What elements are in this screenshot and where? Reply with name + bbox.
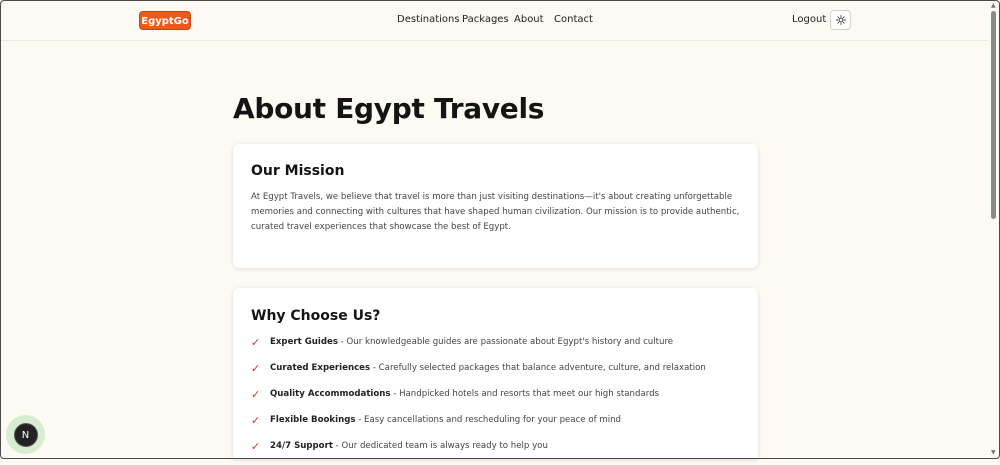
nav-about[interactable]: About [514,14,544,25]
checkmark-icon: ✓ [251,414,261,427]
theme-toggle-button[interactable] [830,10,851,30]
nav-packages[interactable]: Packages [462,14,509,25]
scroll-down-arrow-icon[interactable]: ▼ [991,449,996,456]
mission-card: Our Mission At Egypt Travels, we believe… [233,144,758,268]
list-item: ✓ Quality Accommodations - Handpicked hot… [251,388,660,401]
mission-title: Our Mission [251,163,345,179]
checkmark-icon: ✓ [251,388,261,401]
features-list: ✓ Expert Guides - Our knowledgeable guide… [251,335,740,465]
why-choose-title: Why Choose Us? [251,308,381,324]
list-item: ✓ Curated Experiences - Carefully selecte… [251,362,706,375]
top-navbar: EgyptGo Destinations Packages About Cont… [0,0,988,41]
n-logo-icon: N [13,422,38,447]
checkmark-icon: ✓ [251,336,261,349]
checkmark-icon: ✓ [251,362,261,375]
mission-text: At Egypt Travels, we believe that travel… [251,192,740,232]
list-item: ✓ 24/7 Support - Our dedicated team is al… [251,440,548,453]
sun-icon [835,15,846,25]
scroll-up-arrow-icon[interactable]: ▲ [991,2,996,9]
scrollbar-thumb[interactable] [991,11,996,219]
logout-link[interactable]: Logout [792,14,826,25]
logo-button[interactable]: EgyptGo [139,11,191,30]
nav-contact[interactable]: Contact [554,14,593,25]
vertical-scrollbar[interactable]: ▲ ▼ [990,2,998,456]
list-item: ✓ Flexible Bookings - Easy cancellations … [251,414,621,427]
page-title: About Egypt Travels [233,92,545,125]
list-item: ✓ Expert Guides - Our knowledgeable guide… [251,336,674,349]
dev-tools-badge[interactable]: N [6,415,45,454]
checkmark-icon: ✓ [251,440,261,453]
why-choose-card: Why Choose Us? ✓ Expert Guides - Our know… [233,288,758,459]
nav-destinations[interactable]: Destinations [397,14,460,25]
